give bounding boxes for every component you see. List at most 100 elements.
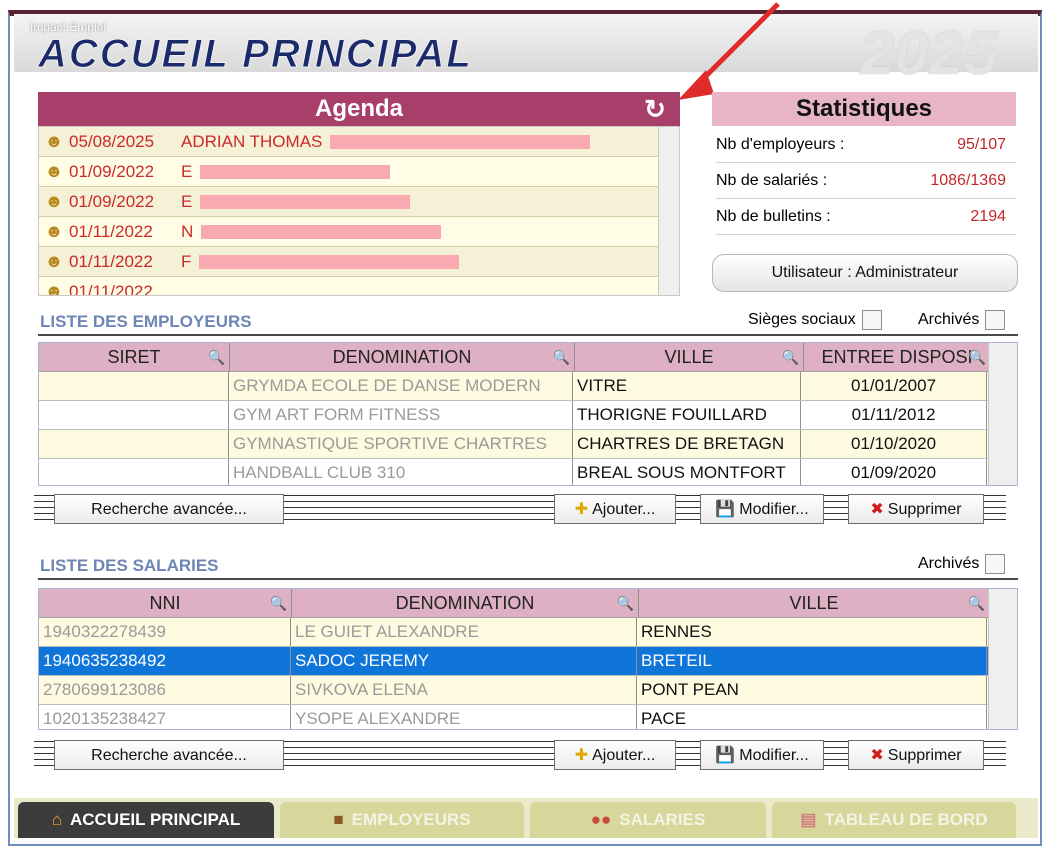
agenda-date: 01/11/2022 [69, 251, 153, 271]
col-ville[interactable]: VILLE 🔍 [639, 589, 990, 617]
agenda-date: 01/09/2022 [69, 161, 155, 181]
stripe-divider [824, 741, 848, 769]
col-nni[interactable]: NNI 🔍 [39, 589, 292, 617]
employers-add-button[interactable]: ✚ Ajouter... [554, 494, 676, 524]
cell-nni: 2780699123086 [39, 676, 291, 704]
search-icon[interactable]: 🔍 [617, 589, 634, 617]
agenda-row[interactable]: ☻ 05/08/2025 ADRIAN THOMAS [39, 127, 679, 157]
employees-table-header: NNI 🔍 DENOMINATION 🔍 VILLE 🔍 [39, 589, 1017, 618]
user-button[interactable]: Utilisateur : Administrateur [712, 254, 1018, 292]
archives-label: Archivés [918, 555, 980, 573]
col-denomination[interactable]: DENOMINATION 🔍 [292, 589, 639, 617]
agenda-row[interactable]: ☻ 01/09/2022 E [39, 157, 679, 187]
agenda-date: 05/08/2025 [69, 131, 155, 151]
search-icon[interactable]: 🔍 [553, 343, 570, 371]
table-row[interactable]: 1020135238427 YSOPE ALEXANDRE PACE [39, 705, 1017, 729]
employers-delete-button[interactable]: ✖ Supprimer [848, 494, 984, 524]
save-icon: 💾 [715, 501, 736, 518]
stat-value: 2194 [970, 208, 1006, 225]
agenda-row[interactable]: ☻ 01/11/2022 [39, 277, 679, 296]
table-row-selected[interactable]: 1940635238492 SADOC JEREMY BRETEIL [39, 647, 1017, 676]
agenda-row[interactable]: ☻ 01/09/2022 E [39, 187, 679, 217]
employees-edit-button[interactable]: 💾 Modifier... [700, 740, 824, 770]
employees-archives-filter[interactable]: Archivés [918, 554, 1006, 574]
table-row[interactable]: HANDBALL CLUB 310 BREAL SOUS MONTFORT 01… [39, 459, 1017, 485]
table-row[interactable]: 2780699123086 SIVKOVA ELENA PONT PEAN [39, 676, 1017, 705]
col-siret[interactable]: SIRET 🔍 [39, 343, 230, 371]
search-icon[interactable]: 🔍 [270, 589, 287, 617]
agenda-row[interactable]: ☻ 01/11/2022 F [39, 247, 679, 277]
stats-header: Statistiques [712, 92, 1016, 126]
briefcase-icon: ■ [333, 810, 344, 829]
employees-search-button[interactable]: Recherche avancée... [54, 740, 284, 770]
search-icon[interactable]: 🔍 [208, 343, 225, 371]
search-icon[interactable]: 🔍 [782, 343, 799, 371]
tab-accueil[interactable]: ⌂ ACCUEIL PRINCIPAL [18, 802, 274, 838]
table-row[interactable]: GRYMDA ECOLE DE DANSE MODERN VITRE 01/01… [39, 372, 1017, 401]
agenda-list[interactable]: ☻ 05/08/2025 ADRIAN THOMAS ☻ 01/09/2022 … [38, 126, 680, 296]
cell-nni: 1940635238492 [39, 647, 291, 675]
stat-label: Nb de salariés : [716, 172, 828, 189]
employers-edit-button[interactable]: 💾 Modifier... [700, 494, 824, 524]
employees-section-title: LISTE DES SALARIES [40, 556, 219, 575]
cell-ville: PONT PEAN [637, 676, 987, 704]
page-title: ACCUEIL PRINCIPAL [38, 32, 473, 77]
stripe-divider [984, 741, 1006, 769]
cell-siret [39, 459, 229, 485]
employers-table[interactable]: SIRET 🔍 DENOMINATION 🔍 VILLE 🔍 ENTREE DISPO… [38, 342, 1018, 486]
sieges-filter[interactable]: Sièges sociaux [748, 310, 882, 330]
cell-siret [39, 372, 229, 400]
cell-denomination: SADOC JEREMY [291, 647, 637, 675]
agenda-text: N [181, 222, 679, 242]
person-icon: ☻ [44, 161, 64, 181]
table-row[interactable]: GYM ART FORM FITNESS THORIGNE FOUILLARD … [39, 401, 1017, 430]
person-icon: ☻ [44, 191, 64, 211]
col-denomination[interactable]: DENOMINATION 🔍 [230, 343, 575, 371]
cell-nni: 1940322278439 [39, 618, 291, 646]
refresh-icon[interactable]: ↻ [640, 92, 670, 126]
employees-rows: 1940322278439 LE GUIET ALEXANDRE RENNES … [39, 618, 1017, 729]
tab-salaries[interactable]: ●● SALARIES [530, 802, 766, 838]
tab-employeurs[interactable]: ■ EMPLOYEURS [280, 802, 524, 838]
cell-ville: BRETEIL [637, 647, 987, 675]
cell-entree: 01/11/2012 [801, 401, 987, 429]
employees-button-bar: Recherche avancée... ✚ Ajouter... 💾 Modifi… [34, 738, 1018, 772]
cell-entree: 01/09/2020 [801, 459, 987, 485]
cell-denomination: GYM ART FORM FITNESS [229, 401, 573, 429]
employers-search-button[interactable]: Recherche avancée... [54, 494, 284, 524]
agenda-date: 01/11/2022 [69, 281, 153, 296]
col-entree[interactable]: ENTREE DISPOSI 🔍 [804, 343, 991, 371]
sieges-checkbox[interactable] [861, 310, 882, 330]
employers-table-header: SIRET 🔍 DENOMINATION 🔍 VILLE 🔍 ENTREE DISPO… [39, 343, 1017, 372]
agenda-row[interactable]: ☻ 01/11/2022 N [39, 217, 679, 247]
stat-label: Nb de bulletins : [716, 208, 831, 225]
cell-ville: CHARTRES DE BRETAGN [573, 430, 801, 458]
cell-denomination: SIVKOVA ELENA [291, 676, 637, 704]
search-icon[interactable]: 🔍 [968, 589, 985, 617]
cell-ville: VITRE [573, 372, 801, 400]
employees-scrollbar[interactable] [988, 589, 1017, 729]
table-row[interactable]: 1940322278439 LE GUIET ALEXANDRE RENNES [39, 618, 1017, 647]
stripe-divider [984, 495, 1006, 523]
employees-archives-checkbox[interactable] [985, 554, 1006, 574]
add-icon: ✚ [574, 747, 589, 764]
agenda-text: ADRIAN THOMAS [181, 132, 679, 152]
section-divider [38, 578, 1018, 580]
employees-add-button[interactable]: ✚ Ajouter... [554, 740, 676, 770]
agenda-scrollbar[interactable] [658, 127, 679, 295]
employers-archives-filter[interactable]: Archivés [918, 310, 1006, 330]
tab-tableau-de-bord[interactable]: ▤ TABLEAU DE BORD [772, 802, 1016, 838]
employers-archives-checkbox[interactable] [985, 310, 1006, 330]
stat-value: 95/107 [957, 136, 1006, 153]
employers-scrollbar[interactable] [988, 343, 1017, 485]
cell-siret [39, 401, 229, 429]
employers-rows: GRYMDA ECOLE DE DANSE MODERN VITRE 01/01… [39, 372, 1017, 485]
table-row[interactable]: GYMNASTIQUE SPORTIVE CHARTRES CHARTRES D… [39, 430, 1017, 459]
agenda-title: Agenda [314, 95, 403, 122]
employees-table[interactable]: NNI 🔍 DENOMINATION 🔍 VILLE 🔍 1940322278439 … [38, 588, 1018, 730]
search-icon[interactable]: 🔍 [969, 343, 986, 371]
employees-delete-button[interactable]: ✖ Supprimer [848, 740, 984, 770]
stripe-divider [284, 495, 554, 523]
col-ville[interactable]: VILLE 🔍 [575, 343, 804, 371]
cell-ville: RENNES [637, 618, 987, 646]
